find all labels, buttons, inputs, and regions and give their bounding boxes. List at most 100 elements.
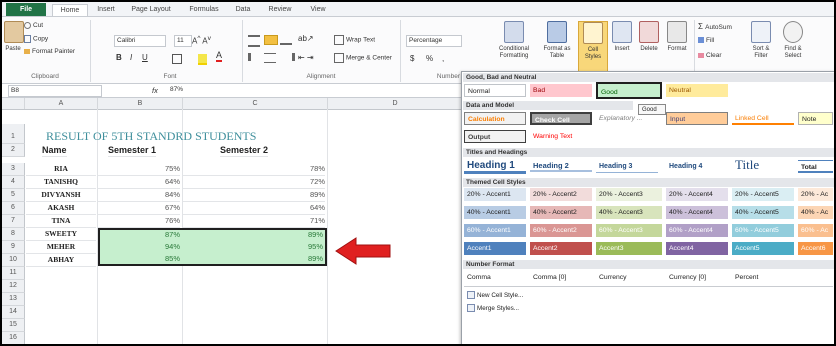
column-header-d[interactable]: D <box>328 98 462 109</box>
underline-button[interactable]: U <box>142 53 148 62</box>
style-normal[interactable]: Normal <box>464 84 526 97</box>
format-painter-button[interactable]: Format Painter <box>24 48 75 55</box>
semester-2-value[interactable]: 89% <box>183 253 323 265</box>
semester-2-value[interactable]: 89% <box>183 229 323 241</box>
cell-styles-button[interactable]: Cell Styles <box>578 21 608 73</box>
row-header-13[interactable]: 13 <box>2 293 25 306</box>
fill-button[interactable]: Fill <box>698 37 714 44</box>
format-cells-button[interactable]: Format <box>664 21 690 53</box>
semester-2-value[interactable]: 78% <box>183 163 325 176</box>
fill-color-icon[interactable] <box>198 54 207 65</box>
row-header-11[interactable]: 11 <box>2 267 25 280</box>
style-40-accent2[interactable]: 40% - Accent2 <box>530 206 592 219</box>
student-name[interactable]: MEHER <box>26 241 96 254</box>
style-check-cell[interactable]: Check Cell <box>530 112 592 125</box>
semester-1-value[interactable]: 76% <box>98 215 180 228</box>
row-header-2[interactable]: 2 <box>2 144 25 157</box>
header-name[interactable]: Name <box>42 144 67 157</box>
bold-button[interactable]: B <box>116 53 122 62</box>
student-name[interactable]: AKASH <box>26 202 96 215</box>
formula-input[interactable]: 87% <box>168 85 458 95</box>
style-comma[interactable]: Comma <box>464 271 526 284</box>
style-bad[interactable]: Bad <box>530 84 592 97</box>
sheet-title[interactable]: RESULT OF 5TH STANDRD STUDENTS <box>46 128 256 144</box>
select-all-corner[interactable] <box>2 98 25 109</box>
style-accent4[interactable]: Accent4 <box>666 242 728 255</box>
name-box[interactable]: B8 <box>8 85 102 97</box>
style-60-accent1[interactable]: 60% - Accent1 <box>464 224 526 237</box>
tab-data[interactable]: Data <box>232 4 254 15</box>
semester-2-value[interactable]: 72% <box>183 176 325 189</box>
style-accent6[interactable]: Accent6 <box>798 242 833 255</box>
conditional-formatting-button[interactable]: Conditional Formatting <box>494 21 534 60</box>
student-name[interactable]: RIA <box>26 163 96 176</box>
font-name-dropdown[interactable]: Calibri <box>114 35 166 47</box>
style-output[interactable]: Output <box>464 130 526 143</box>
format-as-table-button[interactable]: Format as Table <box>540 21 574 60</box>
style-60-accent4[interactable]: 60% - Accent4 <box>666 224 728 237</box>
semester-1-value[interactable]: 67% <box>98 202 180 215</box>
copy-button[interactable]: Copy <box>24 35 48 43</box>
header-semester-1[interactable]: Semester 1 <box>108 144 157 157</box>
style-percent[interactable]: Percent <box>732 271 794 284</box>
align-right-icon[interactable] <box>280 53 295 61</box>
clear-button[interactable]: Clear <box>698 52 722 59</box>
style-note[interactable]: Note <box>798 112 833 125</box>
style-60-accent3[interactable]: 60% - Accent3 <box>596 224 662 237</box>
style-heading-2[interactable]: Heading 2 <box>530 159 592 172</box>
style-warning-text[interactable]: Warning Text <box>530 130 592 143</box>
style-heading-4[interactable]: Heading 4 <box>666 160 728 173</box>
paste-button[interactable]: Paste <box>4 21 24 53</box>
style-currency[interactable]: Currency <box>596 271 658 284</box>
tab-insert[interactable]: Insert <box>94 4 118 15</box>
style-explanatory[interactable]: Explanatory ... <box>596 112 658 125</box>
semester-2-value[interactable]: 64% <box>183 202 325 215</box>
semester-2-value[interactable]: 71% <box>183 215 325 228</box>
tab-file[interactable]: File <box>6 3 46 16</box>
align-bottom-icon[interactable] <box>280 35 292 45</box>
find-select-button[interactable]: Find & Select <box>778 21 808 60</box>
row-header-3[interactable]: 3 <box>2 163 25 176</box>
semester-2-value[interactable]: 95% <box>183 241 323 253</box>
style-20-accent4[interactable]: 20% - Accent4 <box>666 188 728 201</box>
style-60-accent2[interactable]: 60% - Accent2 <box>530 224 592 237</box>
semester-2-value[interactable]: 89% <box>183 189 325 202</box>
style-20-accent2[interactable]: 20% - Accent2 <box>530 188 592 201</box>
column-header-a[interactable]: A <box>25 98 98 109</box>
style-20-accent6[interactable]: 20% - Ac <box>798 188 833 201</box>
row-header-14[interactable]: 14 <box>2 306 25 319</box>
style-calculation[interactable]: Calculation <box>464 112 526 125</box>
row-header-9[interactable]: 9 <box>2 241 25 254</box>
style-input[interactable]: Input <box>666 112 728 125</box>
delete-cells-button[interactable]: Delete <box>636 21 662 53</box>
tab-formulas[interactable]: Formulas <box>186 4 222 15</box>
student-name[interactable]: DIVYANSH <box>26 189 96 202</box>
tab-page-layout[interactable]: Page Layout <box>128 4 174 15</box>
currency-button[interactable]: $ <box>410 54 414 63</box>
style-good[interactable]: Good <box>596 82 662 99</box>
column-header-b[interactable]: B <box>98 98 183 109</box>
grow-font-button[interactable]: A^ Av <box>192 35 211 46</box>
align-middle-icon[interactable] <box>264 35 278 45</box>
merge-center-button[interactable]: Merge & Center <box>334 53 392 63</box>
row-header-12[interactable]: 12 <box>2 280 25 293</box>
row-header-16[interactable]: 16 <box>2 332 25 344</box>
row-header-7[interactable]: 7 <box>2 215 25 228</box>
style-40-accent4[interactable]: 40% - Accent4 <box>666 206 728 219</box>
style-heading-1[interactable]: Heading 1 <box>464 158 526 174</box>
number-format-dropdown[interactable]: Percentage <box>406 35 462 47</box>
row-header-8[interactable]: 8 <box>2 228 25 241</box>
semester-1-value[interactable]: 94% <box>100 241 180 253</box>
column-header-c[interactable]: C <box>183 98 328 109</box>
align-left-icon[interactable] <box>248 53 263 61</box>
tab-view[interactable]: View <box>306 4 330 15</box>
align-top-icon[interactable] <box>248 35 260 47</box>
header-semester-2[interactable]: Semester 2 <box>220 144 269 157</box>
row-header-1[interactable]: 1 <box>2 124 25 144</box>
row-header-4[interactable]: 4 <box>2 176 25 189</box>
row-header-5[interactable]: 5 <box>2 189 25 202</box>
insert-cells-button[interactable]: Insert <box>610 21 634 53</box>
fx-icon[interactable]: fx <box>152 86 158 95</box>
style-40-accent3[interactable]: 40% - Accent3 <box>596 206 662 219</box>
wrap-text-button[interactable]: Wrap Text <box>334 35 375 45</box>
